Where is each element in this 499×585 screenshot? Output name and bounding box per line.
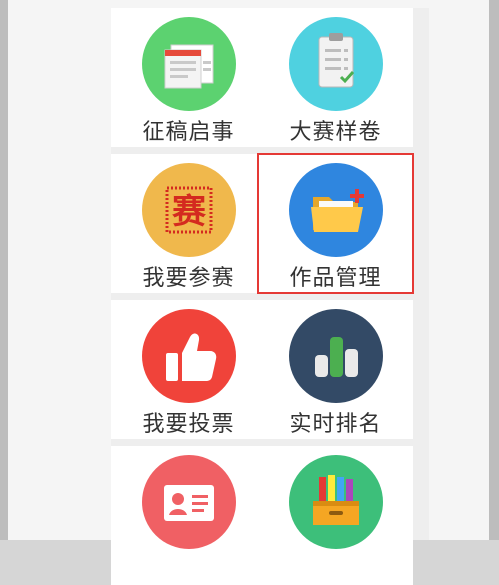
id-card-icon (142, 455, 236, 549)
clipboard-checklist-icon (289, 17, 383, 111)
menu-tile-label: 作品管理 (289, 266, 382, 291)
menu-tile-sample-papers[interactable]: 大赛样卷 (258, 8, 413, 147)
bar-chart-icon (289, 309, 383, 403)
menu-tile-call-for-papers[interactable]: 征稿启事 (111, 8, 266, 147)
content-panel: 征稿启事 大赛样卷 赛 我要参赛 作品管理 我要投票 实时排名 (8, 0, 489, 585)
menu-tile-ranking[interactable]: 实时排名 (258, 300, 413, 439)
menu-tile-vote[interactable]: 我要投票 (111, 300, 266, 439)
document-notice-icon (142, 17, 236, 111)
menu-tile-label: 大赛样卷 (289, 120, 382, 145)
seal-stamp-icon: 赛 (142, 163, 236, 257)
menu-tile-label: 实时排名 (289, 412, 382, 437)
menu-tile-label: 征稿启事 (142, 120, 235, 145)
menu-tile-label: 我要投票 (142, 412, 235, 437)
menu-tile-file-drawer[interactable] (258, 446, 413, 585)
folder-add-icon (289, 163, 383, 257)
window-frame-right (489, 0, 499, 540)
thumbs-up-icon (142, 309, 236, 403)
seal-character: 赛 (172, 192, 207, 232)
menu-grid: 征稿启事 大赛样卷 赛 我要参赛 作品管理 我要投票 实时排名 (111, 8, 429, 585)
menu-tile-label: 我要参赛 (142, 266, 235, 291)
window-frame-left (0, 0, 8, 540)
menu-tile-works-management[interactable]: 作品管理 (257, 153, 414, 294)
menu-tile-join-contest[interactable]: 赛 我要参赛 (111, 154, 266, 293)
menu-tile-id-card[interactable] (111, 446, 266, 585)
file-drawer-icon (289, 455, 383, 549)
